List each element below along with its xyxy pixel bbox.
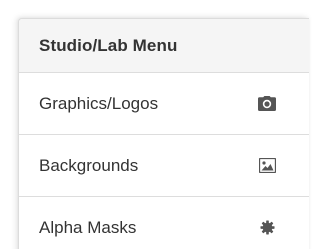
menu-item-label: Alpha Masks <box>39 217 137 237</box>
menu-item-label: Backgrounds <box>39 155 139 175</box>
camera-icon <box>257 94 277 114</box>
menu-header: Studio/Lab Menu <box>19 19 309 73</box>
menu-title: Studio/Lab Menu <box>39 35 178 55</box>
menu-item-alpha-masks[interactable]: Alpha Masks <box>19 197 309 249</box>
menu-item-label: Graphics/Logos <box>39 93 159 113</box>
menu-item-backgrounds[interactable]: Backgrounds <box>19 135 309 197</box>
menu-item-graphics-logos[interactable]: Graphics/Logos <box>19 73 309 135</box>
studio-lab-menu-panel: Studio/Lab Menu Graphics/Logos Backgroun… <box>18 18 309 249</box>
picture-icon <box>257 156 277 176</box>
gear-icon <box>257 218 277 238</box>
